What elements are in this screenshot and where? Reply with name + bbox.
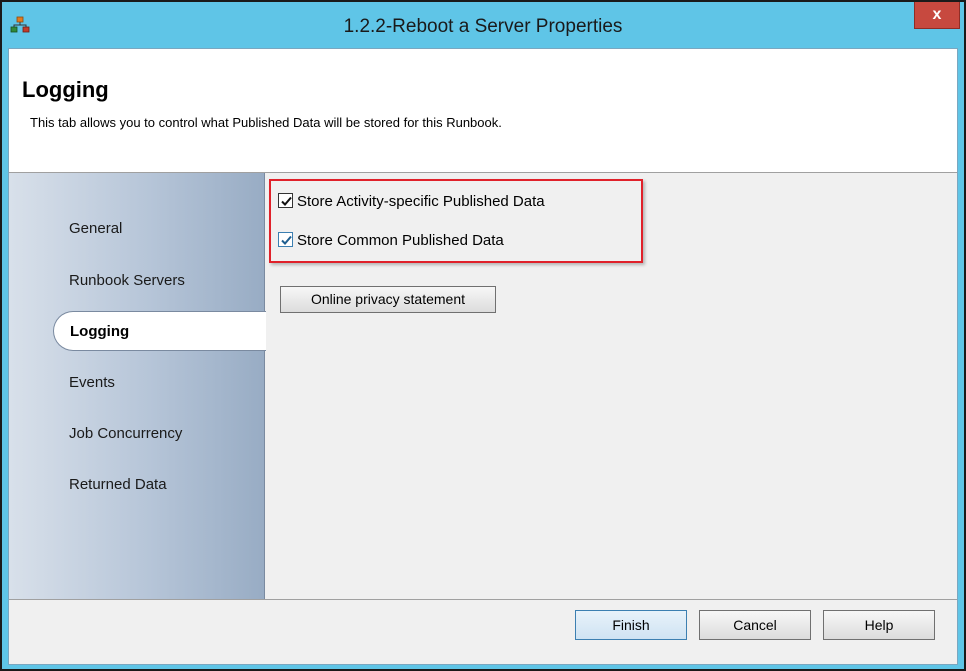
online-privacy-button[interactable]: Online privacy statement bbox=[280, 286, 496, 313]
logging-panel: Store Activity-specific Published Data S… bbox=[266, 173, 957, 599]
page-description: This tab allows you to control what Publ… bbox=[30, 115, 502, 130]
store-activity-data-label: Store Activity-specific Published Data bbox=[297, 193, 545, 210]
page-title: Logging bbox=[22, 77, 109, 102]
help-button[interactable]: Help bbox=[823, 610, 935, 640]
cancel-button[interactable]: Cancel bbox=[699, 610, 811, 640]
dialog-body: Logging This tab allows you to control w… bbox=[8, 48, 958, 665]
dialog-footer: Finish Cancel Help bbox=[9, 599, 957, 664]
sidebar-item-general[interactable]: General bbox=[9, 209, 265, 249]
properties-window: 1.2.2-Reboot a Server Properties x Loggi… bbox=[0, 0, 966, 671]
finish-button[interactable]: Finish bbox=[575, 610, 687, 640]
checkmark-icon bbox=[281, 235, 292, 245]
store-common-data-option[interactable]: Store Common Published Data bbox=[278, 230, 504, 252]
window-title: 1.2.2-Reboot a Server Properties bbox=[343, 16, 623, 37]
title-bar[interactable]: 1.2.2-Reboot a Server Properties x bbox=[2, 2, 964, 48]
sidebar-item-returned-data[interactable]: Returned Data bbox=[9, 465, 265, 505]
sidebar-item-logging[interactable]: Logging bbox=[53, 311, 267, 351]
close-button[interactable]: x bbox=[914, 2, 960, 29]
checkmark-icon bbox=[281, 196, 292, 206]
sidebar-item-runbook-servers[interactable]: Runbook Servers bbox=[9, 261, 265, 301]
sidebar-nav: General Runbook Servers Logging Events J… bbox=[9, 173, 267, 599]
store-common-data-checkbox[interactable] bbox=[278, 232, 293, 247]
store-activity-data-checkbox[interactable] bbox=[278, 193, 293, 208]
store-common-data-label: Store Common Published Data bbox=[297, 232, 504, 249]
sidebar-item-job-concurrency[interactable]: Job Concurrency bbox=[9, 414, 265, 454]
sidebar-item-events[interactable]: Events bbox=[9, 363, 265, 403]
store-activity-data-option[interactable]: Store Activity-specific Published Data bbox=[278, 191, 545, 213]
page-header: Logging This tab allows you to control w… bbox=[9, 49, 957, 173]
